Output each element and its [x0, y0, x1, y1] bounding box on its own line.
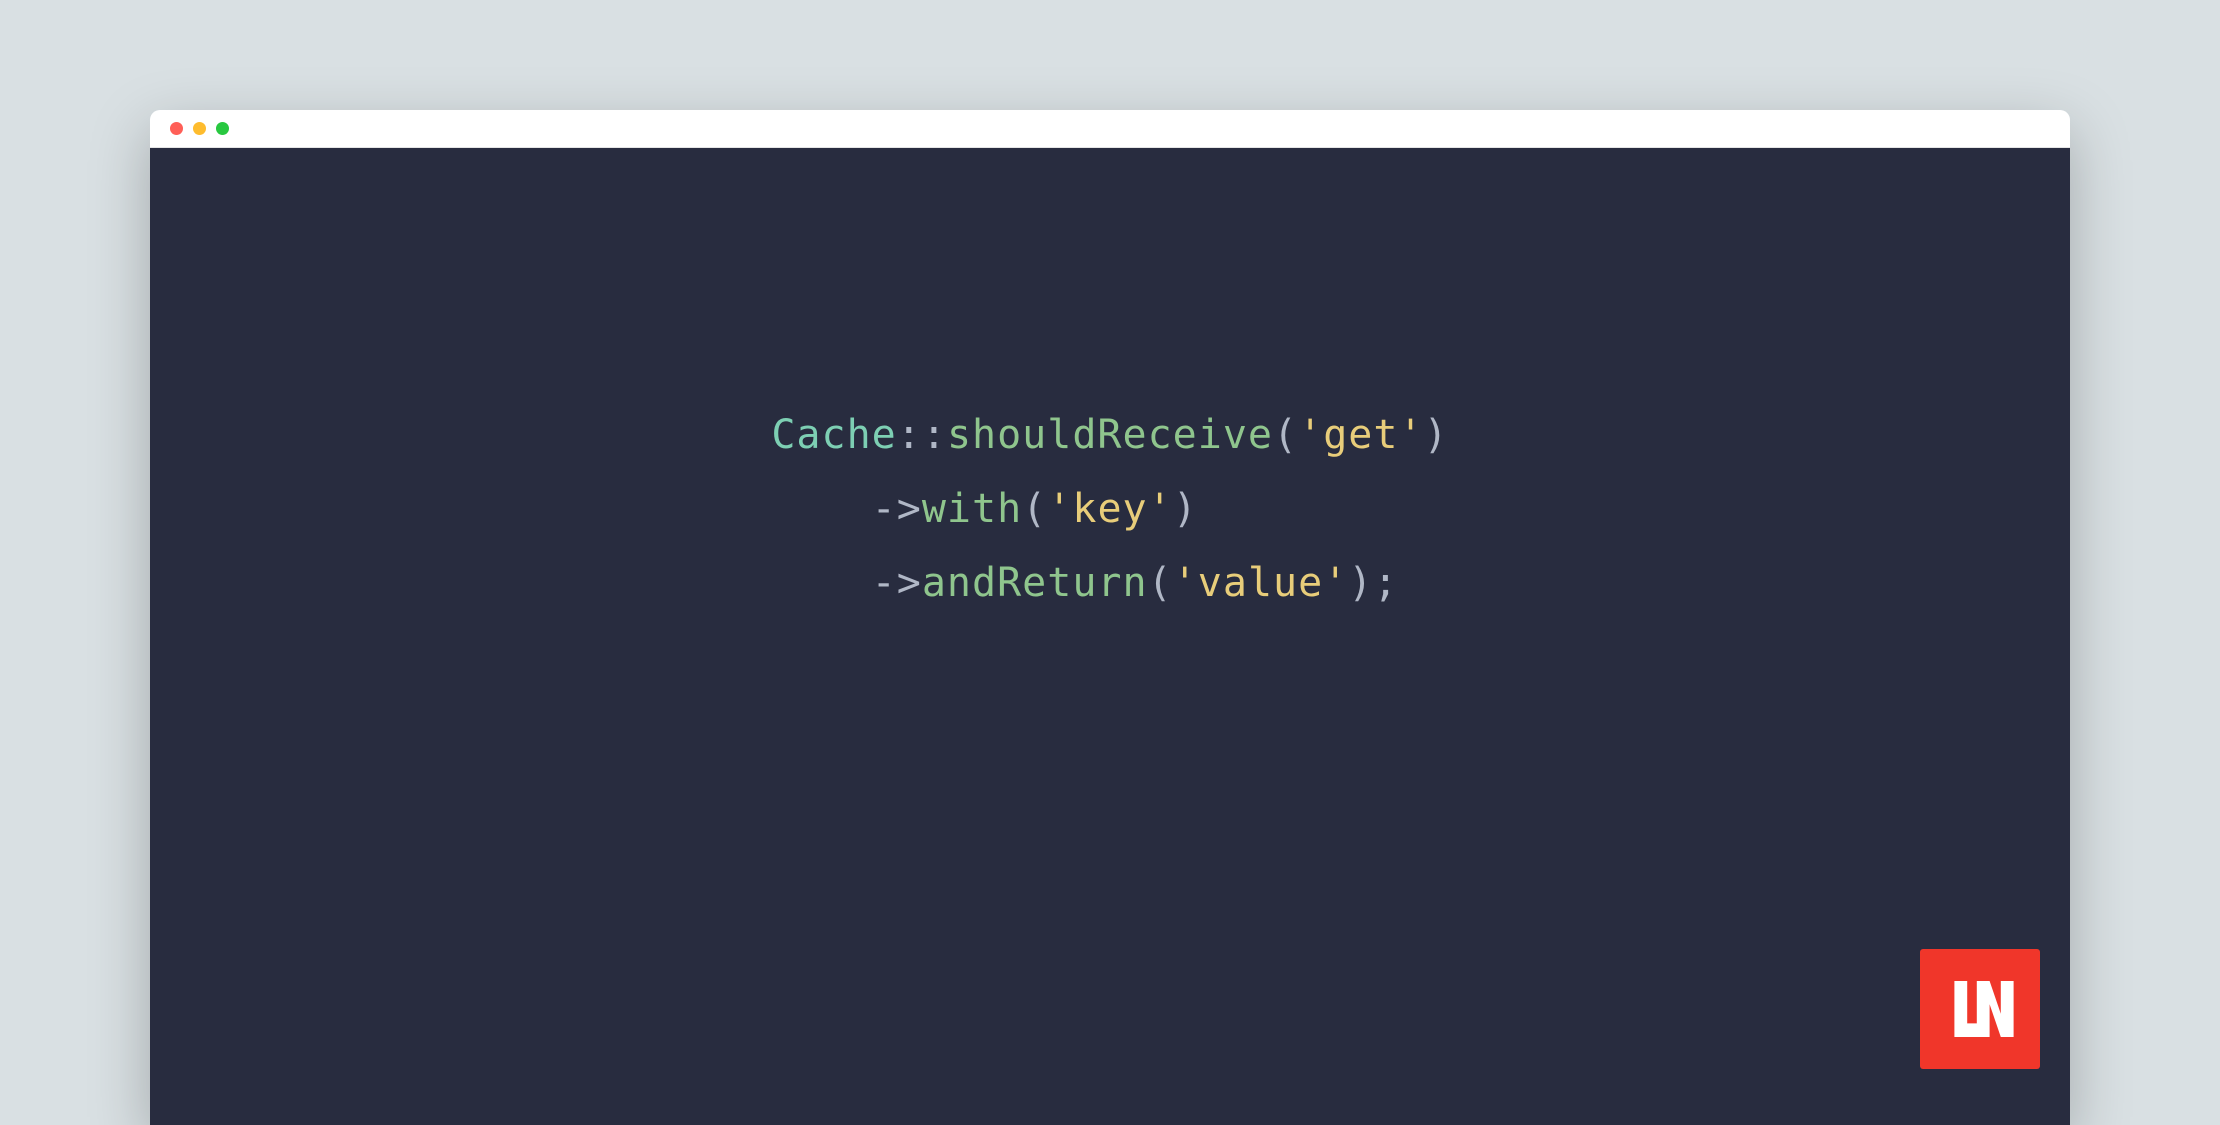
string-quote-open: ' — [1298, 412, 1323, 458]
scope-operator: :: — [897, 412, 947, 458]
code-content: Cache::shouldReceive('get') ->with('key'… — [771, 398, 1448, 620]
code-line-2: ->with('key') — [771, 472, 1448, 546]
logo-icon — [1940, 969, 2020, 1049]
string-quote-close: ' — [1398, 412, 1423, 458]
indent — [771, 486, 871, 532]
string-quote-open: ' — [1173, 560, 1198, 606]
lparen-token: ( — [1273, 412, 1298, 458]
code-block: Cache::shouldReceive('get') ->with('key'… — [150, 398, 2070, 620]
window-titlebar — [150, 110, 2070, 148]
lparen-token: ( — [1022, 486, 1047, 532]
rparen-token: ) — [1424, 412, 1449, 458]
string-value: get — [1323, 412, 1398, 458]
code-line-3: ->andReturn('value'); — [771, 546, 1448, 620]
string-quote-close: ' — [1323, 560, 1348, 606]
indent — [771, 560, 871, 606]
maximize-button[interactable] — [216, 122, 229, 135]
method-token: with — [922, 486, 1022, 532]
code-editor: Cache::shouldReceive('get') ->with('key'… — [150, 148, 2070, 1125]
arrow-operator: -> — [872, 560, 922, 606]
minimize-button[interactable] — [193, 122, 206, 135]
string-value: key — [1072, 486, 1147, 532]
arrow-operator: -> — [872, 486, 922, 532]
rparen-token: ) — [1173, 486, 1198, 532]
string-value: value — [1198, 560, 1323, 606]
method-token: shouldReceive — [947, 412, 1273, 458]
logo-badge — [1920, 949, 2040, 1069]
close-button[interactable] — [170, 122, 183, 135]
code-window: Cache::shouldReceive('get') ->with('key'… — [150, 110, 2070, 1125]
string-quote-open: ' — [1047, 486, 1072, 532]
string-quote-close: ' — [1148, 486, 1173, 532]
class-token: Cache — [771, 412, 896, 458]
rparen-semi-token: ); — [1348, 560, 1398, 606]
method-token: andReturn — [922, 560, 1148, 606]
lparen-token: ( — [1148, 560, 1173, 606]
code-line-1: Cache::shouldReceive('get') — [771, 398, 1448, 472]
